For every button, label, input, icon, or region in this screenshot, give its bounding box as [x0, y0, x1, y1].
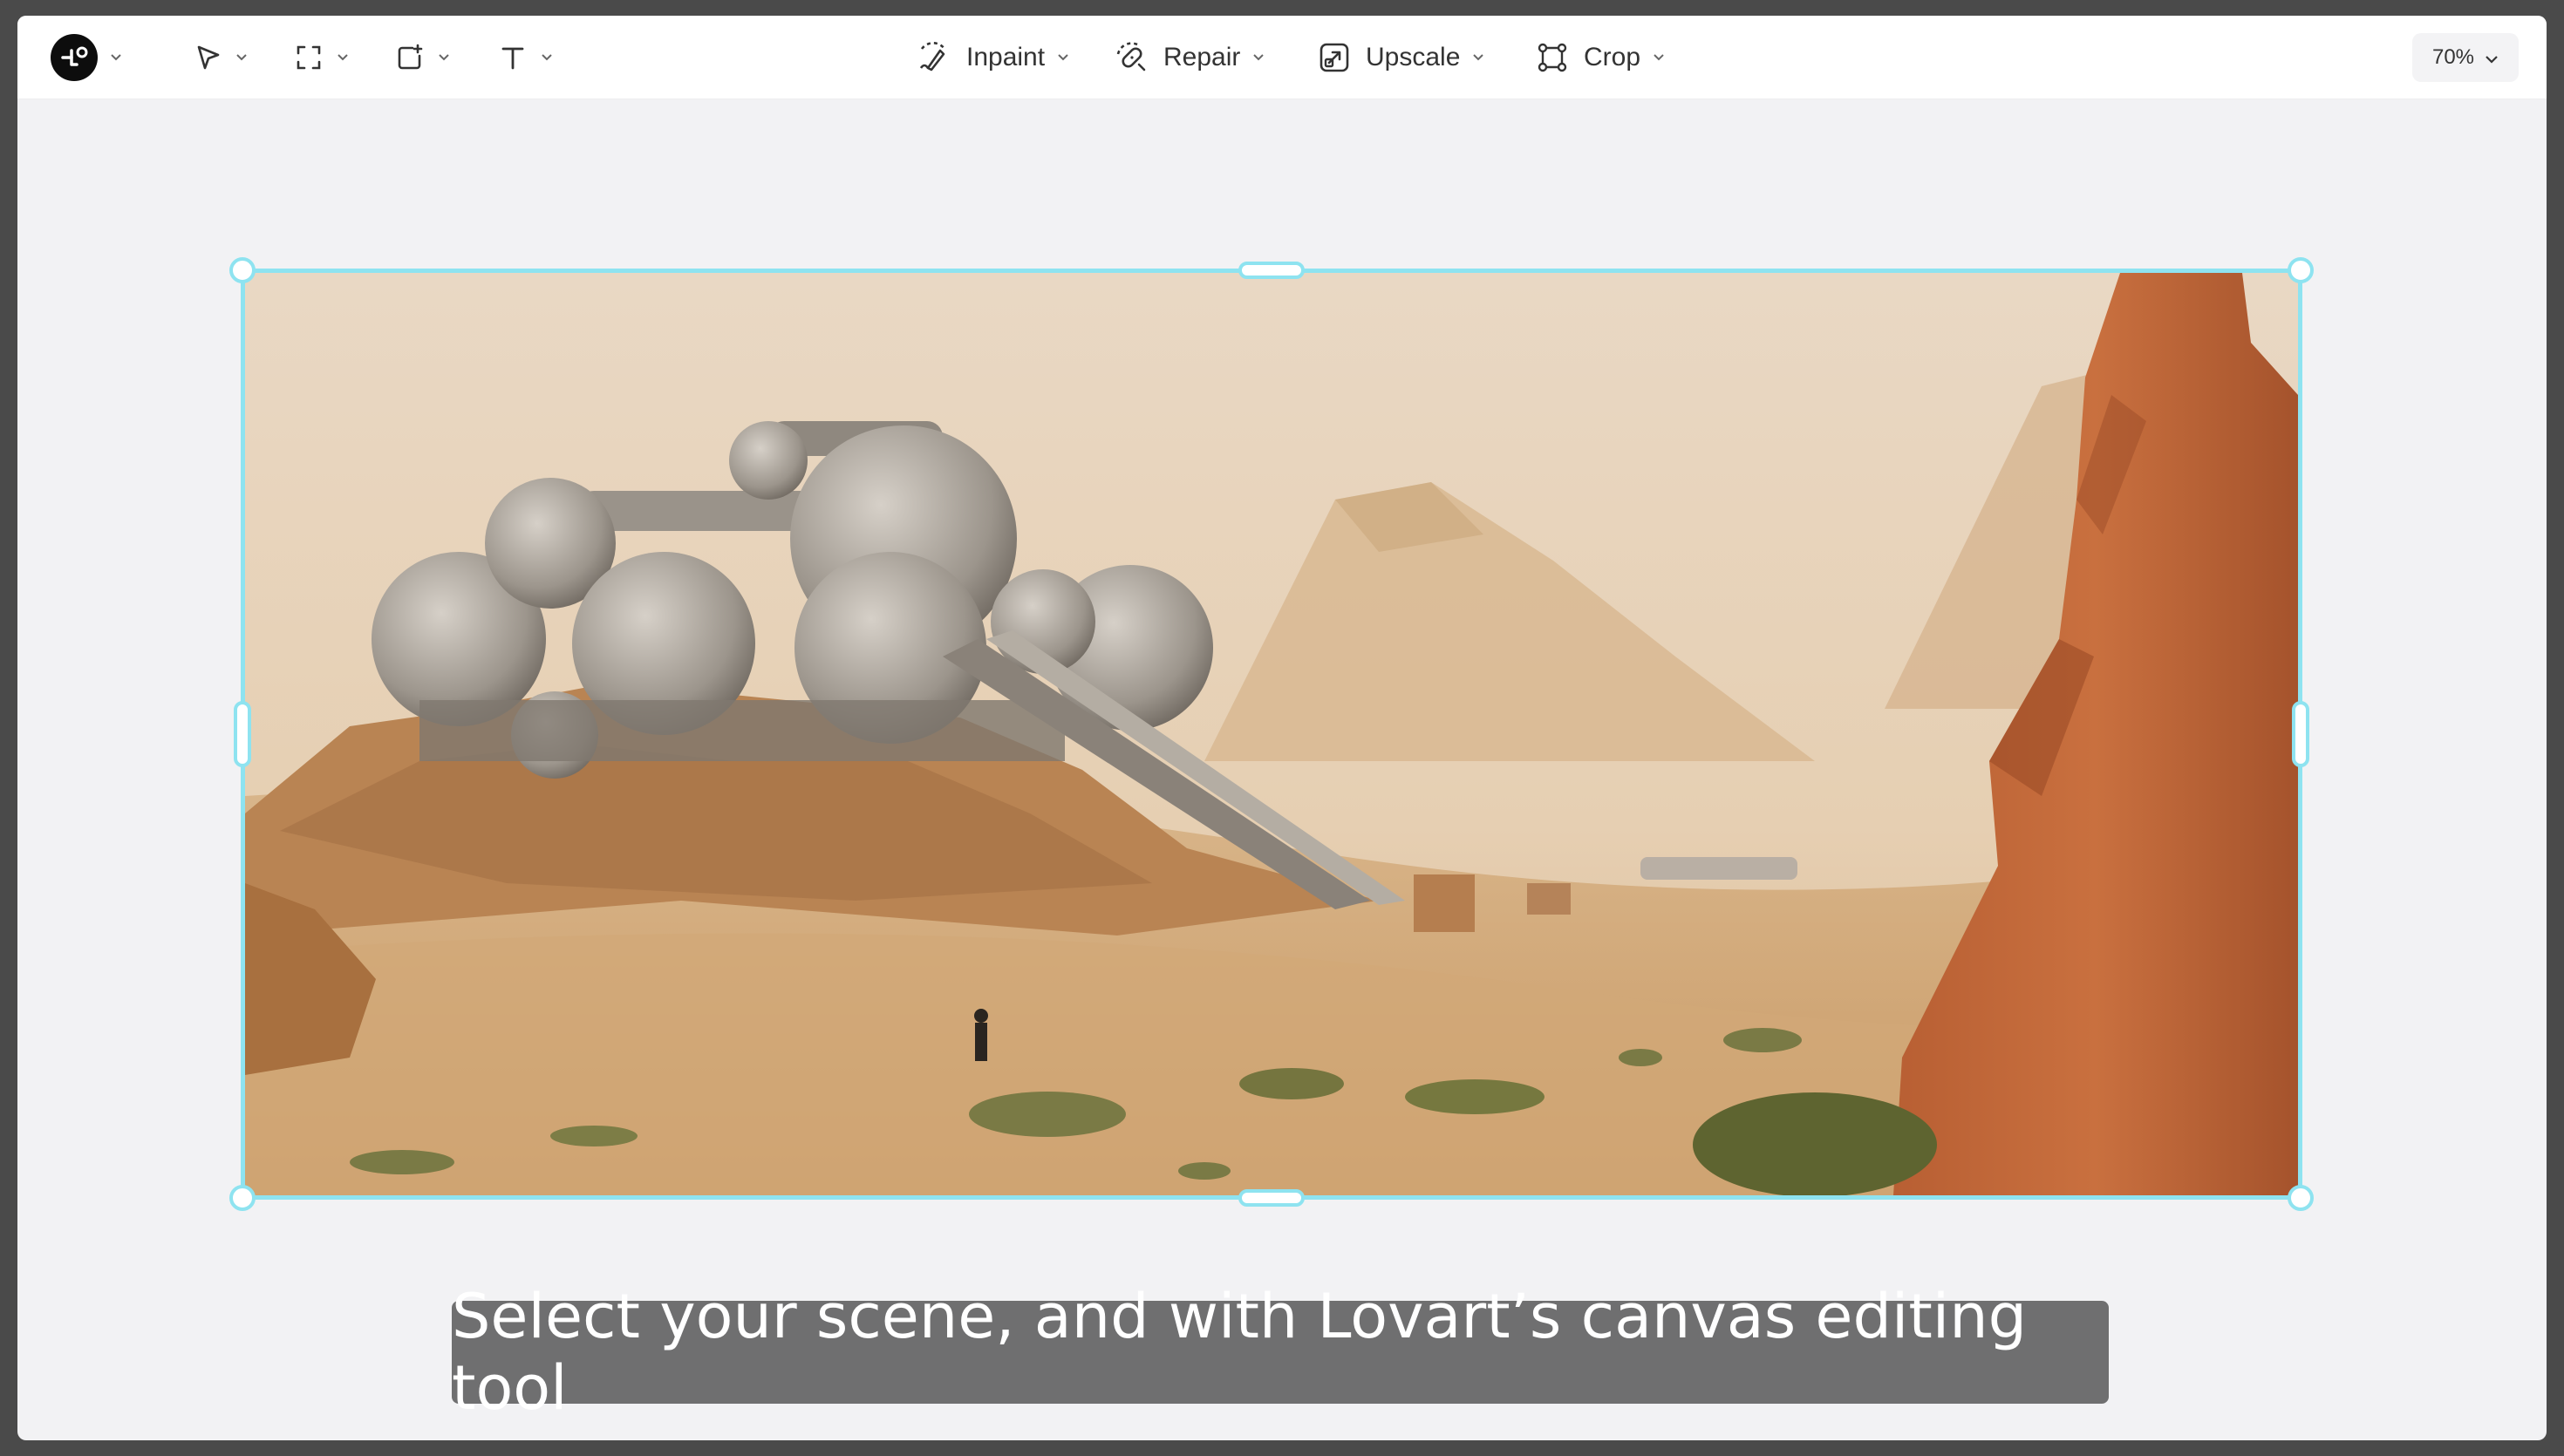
- app-window: Inpaint Repair Upscale Crop 70% Select y…: [17, 16, 2547, 1440]
- selected-image-frame[interactable]: [229, 257, 2314, 1211]
- chevron-down-icon: [235, 53, 248, 62]
- select-tool[interactable]: [192, 16, 248, 99]
- frame-tool[interactable]: [293, 16, 349, 99]
- shape-tool[interactable]: [394, 16, 450, 99]
- chevron-down-icon: [1252, 53, 1265, 62]
- resize-handle-bottom-right[interactable]: [2288, 1185, 2314, 1211]
- repair-icon: [1111, 38, 1149, 77]
- repair-label: Repair: [1163, 43, 1241, 71]
- resize-handle-top-left[interactable]: [229, 257, 256, 283]
- video-caption: Select your scene, and with Lovart’s can…: [452, 1281, 2109, 1424]
- text-icon: [497, 42, 528, 73]
- crop-icon: [1535, 40, 1570, 75]
- crop-label: Crop: [1584, 43, 1641, 71]
- chevron-down-icon: [337, 53, 349, 62]
- chevron-down-icon: [1057, 53, 1069, 62]
- text-tool[interactable]: [497, 16, 553, 99]
- shape-add-icon: [394, 42, 426, 73]
- resize-handle-top[interactable]: [1238, 262, 1305, 279]
- upscale-label: Upscale: [1366, 43, 1461, 71]
- lovart-logo-icon: [51, 34, 98, 81]
- inpaint-button[interactable]: Inpaint: [914, 16, 1069, 99]
- resize-handle-right[interactable]: [2292, 701, 2309, 767]
- pointer-icon: [192, 42, 223, 73]
- resize-handle-bottom[interactable]: [1238, 1189, 1305, 1207]
- chevron-down-icon: [1472, 53, 1484, 62]
- upscale-button[interactable]: Upscale: [1317, 16, 1484, 99]
- chevron-down-icon: [541, 53, 553, 62]
- frame-icon: [293, 42, 324, 73]
- chevron-down-icon: [2485, 45, 2499, 70]
- zoom-level: 70%: [2431, 45, 2475, 69]
- caption-text: Select your scene, and with Lovart’s can…: [452, 1281, 2028, 1424]
- resize-handle-top-right[interactable]: [2288, 257, 2314, 283]
- chevron-down-icon: [1653, 53, 1665, 62]
- resize-handle-bottom-left[interactable]: [229, 1185, 256, 1211]
- inpaint-label: Inpaint: [966, 43, 1046, 71]
- top-toolbar: Inpaint Repair Upscale Crop 70%: [17, 16, 2547, 99]
- logo-menu[interactable]: [51, 16, 122, 99]
- chevron-down-icon: [110, 53, 122, 62]
- repair-button[interactable]: Repair: [1111, 16, 1265, 99]
- upscale-icon: [1317, 40, 1352, 75]
- chevron-down-icon: [438, 53, 450, 62]
- desert-scene-image[interactable]: [245, 273, 2298, 1195]
- resize-handle-left[interactable]: [234, 701, 251, 767]
- zoom-dropdown[interactable]: 70%: [2412, 33, 2519, 82]
- crop-button[interactable]: Crop: [1535, 16, 1665, 99]
- inpaint-icon: [914, 38, 952, 77]
